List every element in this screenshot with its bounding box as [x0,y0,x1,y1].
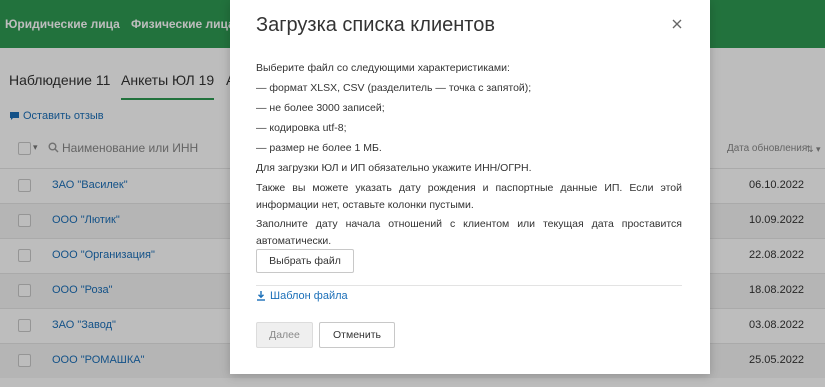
choose-file-button[interactable]: Выбрать файл [256,249,354,273]
download-icon [257,291,265,301]
cancel-button[interactable]: Отменить [319,322,395,348]
relationship-date-note: Заполните дату начала отношений с клиент… [256,218,682,247]
next-button[interactable]: Далее [256,322,313,348]
requirement-encoding: — кодировка utf-8; [256,122,347,134]
upload-clients-dialog: Загрузка списка клиентов Выберите файл с… [230,0,710,374]
file-template-link[interactable]: Шаблон файла [256,290,348,302]
requirement-format: — формат XLSX, CSV (разделитель — точка … [256,82,532,94]
dialog-instructions: Выберите файл со следующими характеристи… [256,58,682,250]
divider [256,285,682,286]
requirement-records: — не более 3000 записей; [256,102,385,114]
close-icon[interactable] [670,17,684,31]
instructions-intro: Выберите файл со следующими характеристи… [256,62,510,74]
requirement-size: — размер не более 1 МБ. [256,142,382,154]
dialog-title: Загрузка списка клиентов [256,14,495,36]
inn-note: Для загрузки ЮЛ и ИП обязательно укажите… [256,162,532,174]
template-link-label: Шаблон файла [270,290,348,302]
birth-passport-note: Также вы можете указать дату рождения и … [256,182,682,211]
